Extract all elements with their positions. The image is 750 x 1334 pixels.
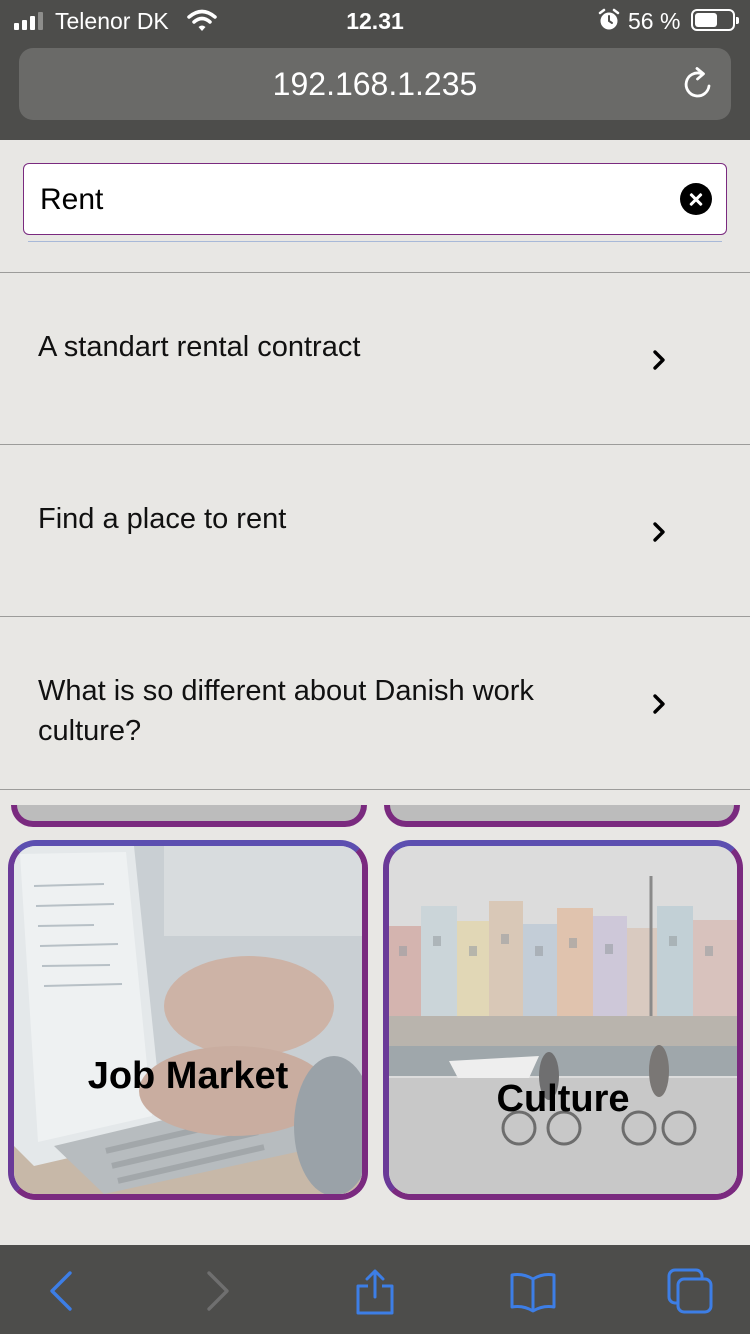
- battery-icon: [691, 9, 739, 31]
- card-job-market[interactable]: Job Market: [8, 840, 368, 1200]
- result-title: A standart rental contract: [38, 331, 361, 363]
- bookmarks-icon[interactable]: [509, 1267, 557, 1315]
- result-item[interactable]: Find a place to rent: [0, 444, 750, 616]
- reload-icon[interactable]: [679, 65, 717, 103]
- card-edge: [384, 805, 740, 827]
- chevron-right-icon: [653, 694, 665, 714]
- search-input[interactable]: Rent: [23, 163, 727, 235]
- alarm-icon: [598, 8, 620, 30]
- search-underline: [28, 241, 722, 242]
- back-icon[interactable]: [38, 1267, 86, 1315]
- chevron-right-icon: [653, 350, 665, 370]
- card-label: Culture: [496, 1078, 630, 1120]
- card-culture[interactable]: Culture: [383, 840, 743, 1200]
- result-item[interactable]: What is so different about Danish work c…: [0, 616, 750, 790]
- search-value: Rent: [40, 183, 104, 216]
- url-text: 192.168.1.235: [272, 66, 478, 102]
- search-results: A standart rental contract Find a place …: [0, 272, 750, 790]
- result-title: What is so different about Danish work c…: [38, 675, 534, 747]
- nyhavn-image: [389, 846, 737, 1194]
- result-title: Find a place to rent: [38, 503, 287, 535]
- browser-toolbar: [0, 1245, 750, 1334]
- browser-chrome: Telenor DK 12.31 56 % 192.168.1.235: [0, 0, 750, 140]
- share-icon[interactable]: [351, 1267, 399, 1315]
- card-label: Job Market: [87, 1055, 289, 1097]
- card-edge: [11, 805, 367, 827]
- address-bar[interactable]: 192.168.1.235: [19, 48, 731, 120]
- clear-icon[interactable]: [680, 183, 712, 215]
- chevron-right-icon: [653, 522, 665, 542]
- battery-percent: 56 %: [628, 8, 681, 34]
- tabs-icon[interactable]: [666, 1267, 714, 1315]
- forward-icon[interactable]: [193, 1267, 241, 1315]
- result-item[interactable]: A standart rental contract: [0, 272, 750, 444]
- status-bar: Telenor DK 12.31 56 %: [0, 0, 750, 44]
- laptop-image: [14, 846, 362, 1194]
